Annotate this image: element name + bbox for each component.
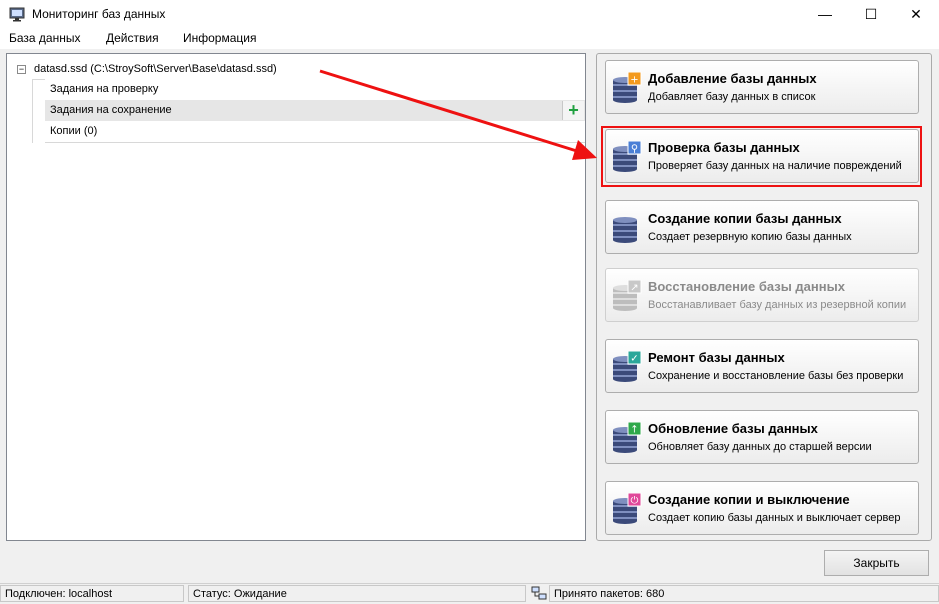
annotation-arrow	[319, 69, 597, 160]
close-button[interactable]: Закрыть	[824, 550, 929, 576]
network-icon	[531, 586, 547, 601]
status-bar: Подключен: localhost Статус: Ожидание Пр…	[0, 583, 939, 603]
status-packets: Принято пакетов: 680	[549, 585, 939, 602]
status-connected: Подключен: localhost	[0, 585, 184, 602]
status-state: Статус: Ожидание	[188, 585, 526, 602]
